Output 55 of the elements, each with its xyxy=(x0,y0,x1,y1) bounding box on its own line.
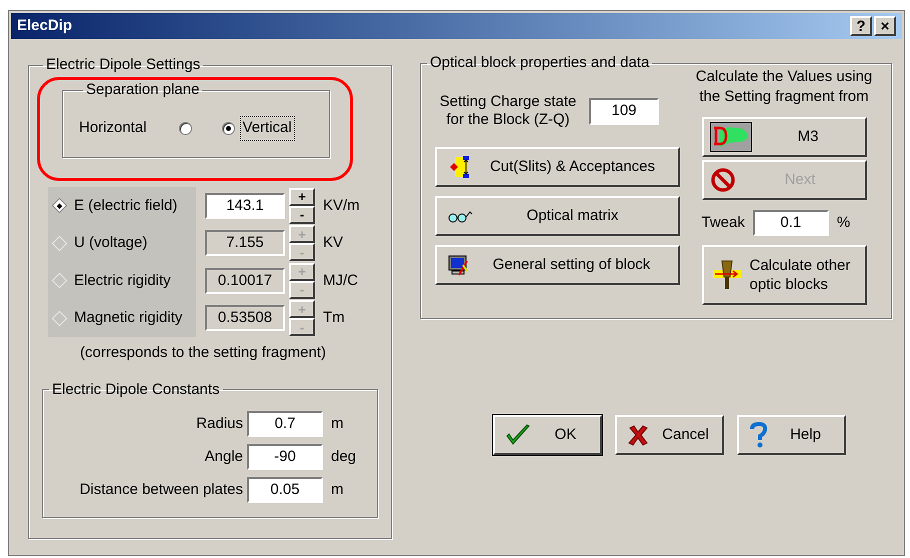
checkmark-icon xyxy=(505,423,531,447)
field-label: Distance between plates xyxy=(80,480,243,500)
action-button[interactable]: General setting of block xyxy=(435,245,680,285)
window-title: ElecDip xyxy=(17,16,74,36)
field-label: Angle xyxy=(204,446,243,467)
value-field[interactable]: 0.53508 xyxy=(205,305,285,332)
unit-label: m xyxy=(331,414,344,434)
increment-button[interactable]: + xyxy=(289,188,315,206)
radio-label: Vertical xyxy=(240,117,294,140)
option-label: Electric rigidity xyxy=(74,270,171,290)
magnet-icon xyxy=(710,122,752,152)
close-button[interactable]: × xyxy=(874,16,896,36)
action-button[interactable]: Cut(Slits) & Acceptances xyxy=(435,147,680,187)
field-label: Setting Charge state for the Block (Z-Q) xyxy=(438,93,578,129)
unit-label: KV/m xyxy=(323,196,360,216)
unit-label: deg xyxy=(331,446,356,467)
calculate-button[interactable]: Calculate other optic blocks xyxy=(702,245,866,305)
field-label: Tweak xyxy=(702,212,745,233)
question-mark-icon xyxy=(749,422,767,448)
no-entry-icon xyxy=(710,167,736,193)
radio-label: Horizontal xyxy=(78,118,148,138)
section-caption: Calculate the Values using the Setting fragment from xyxy=(694,67,874,107)
value-field[interactable]: 7.155 xyxy=(205,230,285,256)
cancel-button[interactable]: Cancel xyxy=(615,415,724,455)
value-field[interactable]: 0.7 xyxy=(247,411,323,437)
option-label: E (electric field) xyxy=(74,196,178,216)
help-button[interactable]: Help xyxy=(737,415,846,455)
probe-icon xyxy=(712,259,742,291)
value-field[interactable]: 0.10017 xyxy=(205,268,285,294)
value-field[interactable]: 0.05 xyxy=(247,477,323,503)
group-title: Electric Dipole Settings xyxy=(46,56,200,73)
group-title: Optical block properties and data xyxy=(430,54,650,71)
unit-label: MJ/C xyxy=(323,270,358,290)
value-field[interactable]: -90 xyxy=(247,444,323,470)
action-button[interactable]: Optical matrix xyxy=(435,196,680,236)
unit-label: KV xyxy=(323,233,344,253)
unit-label: % xyxy=(836,212,850,233)
option-label: U (voltage) xyxy=(74,233,148,253)
field-label: Radius xyxy=(196,414,243,434)
group-title: Separation plane xyxy=(86,81,200,98)
group-title: Electric Dipole Constants xyxy=(52,380,220,398)
fragment-button[interactable]: M3 xyxy=(702,117,866,157)
ok-button[interactable]: OK xyxy=(493,415,602,455)
radio-button[interactable] xyxy=(178,122,192,135)
radio-button[interactable] xyxy=(222,122,235,135)
note-text: (corresponds to the setting fragment) xyxy=(80,343,326,363)
option-label: Magnetic rigidity xyxy=(74,308,182,328)
value-field[interactable]: 0.1 xyxy=(752,210,829,236)
value-field[interactable]: 143.1 xyxy=(205,192,285,219)
help-button[interactable]: ? xyxy=(850,16,872,36)
decrement-button[interactable]: - xyxy=(289,206,315,224)
value-field[interactable]: 109 xyxy=(589,98,659,124)
unit-label: m xyxy=(331,480,344,500)
cross-icon xyxy=(627,424,649,446)
unit-label: Tm xyxy=(323,308,345,328)
